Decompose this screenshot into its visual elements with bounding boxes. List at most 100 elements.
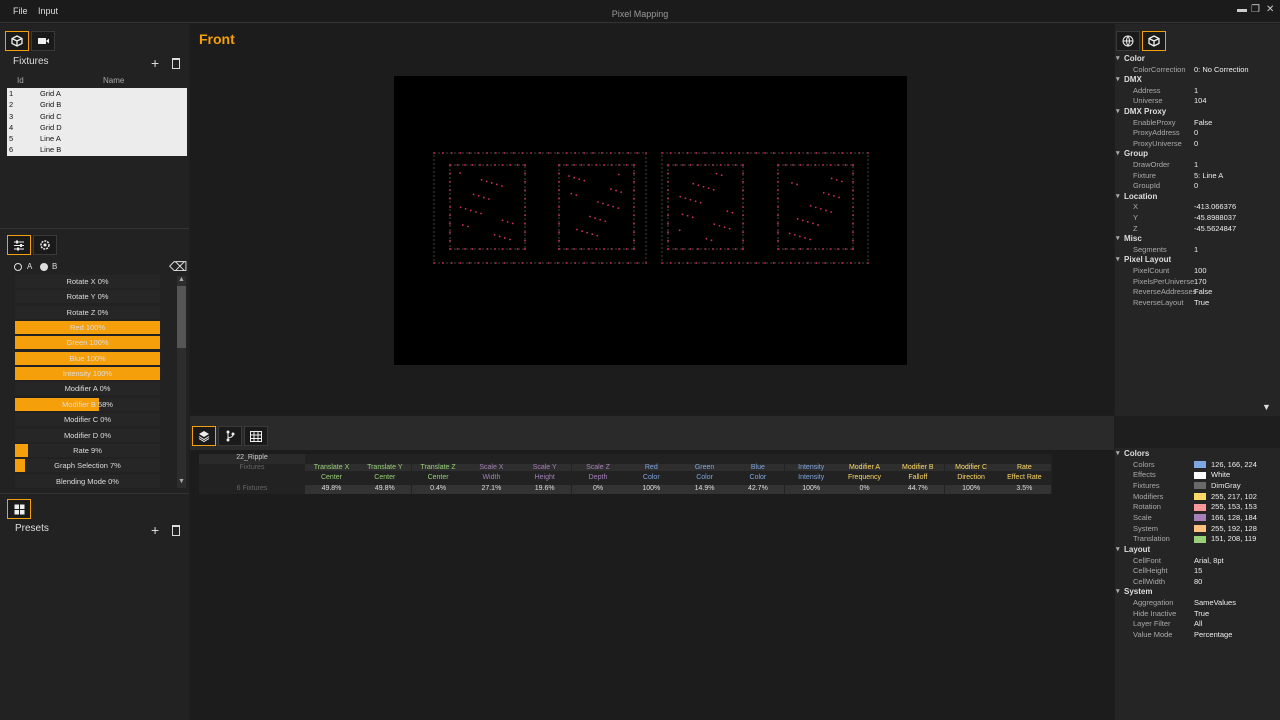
table-cell-v[interactable]: 100% xyxy=(784,485,838,494)
property-value[interactable]: All xyxy=(1194,619,1202,628)
close-icon[interactable]: ✕ xyxy=(1266,4,1274,15)
category-header[interactable]: Colors xyxy=(1116,449,1149,458)
category-header[interactable]: Misc xyxy=(1116,234,1142,243)
settings-tab-icon[interactable] xyxy=(33,235,57,255)
list-item[interactable]: 1 Grid A xyxy=(7,88,187,99)
col-name[interactable]: Name xyxy=(103,76,124,85)
property-value[interactable]: 255, 217, 102 xyxy=(1194,492,1257,501)
property-value[interactable]: Arial, 8pt xyxy=(1194,556,1224,565)
property-row[interactable]: Y -45.8988037 xyxy=(1117,213,1277,224)
property-value[interactable]: SameValues xyxy=(1194,598,1236,607)
property-value[interactable]: 100 xyxy=(1194,266,1207,275)
property-row[interactable]: Value Mode Percentage xyxy=(1117,630,1277,641)
property-value[interactable]: 80 xyxy=(1194,577,1202,586)
property-value[interactable]: 15 xyxy=(1194,566,1202,575)
property-row[interactable]: CellHeight 15 xyxy=(1117,566,1277,577)
slider-8[interactable]: Modifier B 58% xyxy=(15,397,160,411)
property-row[interactable]: Address 1 xyxy=(1117,86,1277,97)
effect-name[interactable]: 22_Ripple xyxy=(199,454,305,464)
property-row[interactable]: Universe 104 xyxy=(1117,96,1277,107)
property-value[interactable]: 126, 166, 224 xyxy=(1194,460,1257,469)
property-value[interactable]: 166, 128, 184 xyxy=(1194,513,1257,522)
slider-6[interactable]: Intensity 100% xyxy=(15,367,160,381)
category-header[interactable]: Pixel Layout xyxy=(1116,255,1171,264)
branch-tab-icon[interactable] xyxy=(218,426,242,446)
expand-arrow-icon[interactable]: ▼ xyxy=(1262,402,1271,412)
slider-2[interactable]: Rotate Z 0% xyxy=(15,305,160,319)
property-row[interactable]: System 255, 192, 128 xyxy=(1117,524,1277,535)
slider-12[interactable]: Graph Selection 7% xyxy=(15,459,160,473)
slider-11[interactable]: Rate 9% xyxy=(15,443,160,457)
table-cell-v[interactable]: 49.8% xyxy=(358,485,412,494)
table-cell-v[interactable]: 100% xyxy=(944,485,998,494)
property-value[interactable]: White xyxy=(1194,470,1230,479)
slider-3[interactable]: Red 100% xyxy=(15,321,160,335)
category-header[interactable]: Group xyxy=(1116,149,1148,158)
table-cell-v[interactable]: 0% xyxy=(838,485,891,494)
table-cell-v[interactable]: 3.5% xyxy=(997,485,1051,494)
property-value[interactable]: True xyxy=(1194,609,1209,618)
list-item[interactable]: 5 Line A xyxy=(7,133,187,144)
property-value[interactable]: True xyxy=(1194,298,1209,307)
grid-tab-icon[interactable] xyxy=(7,499,31,519)
property-row[interactable]: PixelsPerUniverse 170 xyxy=(1117,277,1277,288)
sliders-tab-icon[interactable] xyxy=(7,235,31,255)
category-header[interactable]: Layout xyxy=(1116,545,1150,554)
table-cell-v[interactable]: 27.1% xyxy=(464,485,518,494)
add-preset-button[interactable]: + xyxy=(151,523,159,537)
property-value[interactable]: Percentage xyxy=(1194,630,1232,639)
cube-tab-icon[interactable] xyxy=(5,31,29,51)
property-row[interactable]: Scale 166, 128, 184 xyxy=(1117,513,1277,524)
col-id[interactable]: Id xyxy=(17,76,24,85)
property-row[interactable]: EnableProxy False xyxy=(1117,118,1277,129)
property-row[interactable]: Z -45.5624847 xyxy=(1117,224,1277,235)
property-value[interactable]: False xyxy=(1194,287,1212,296)
layers-tab-icon[interactable] xyxy=(192,426,216,446)
delete-preset-icon[interactable] xyxy=(172,525,180,536)
slider-10[interactable]: Modifier D 0% xyxy=(15,428,160,442)
slider-1[interactable]: Rotate Y 0% xyxy=(15,290,160,304)
property-value[interactable]: 1 xyxy=(1194,160,1198,169)
render-canvas[interactable] xyxy=(394,76,907,365)
slider-4[interactable]: Green 100% xyxy=(15,336,160,350)
category-header[interactable]: DMX Proxy xyxy=(1116,107,1166,116)
property-row[interactable]: Segments 1 xyxy=(1117,245,1277,256)
property-row[interactable]: ReverseLayout True xyxy=(1117,298,1277,309)
table-cell-v[interactable]: 49.8% xyxy=(305,485,358,494)
property-value[interactable]: 5: Line A xyxy=(1194,171,1223,180)
property-row[interactable]: CellFont Arial, 8pt xyxy=(1117,556,1277,567)
property-row[interactable]: ProxyAddress 0 xyxy=(1117,128,1277,139)
property-row[interactable]: Translation 151, 208, 119 xyxy=(1117,534,1277,545)
category-header[interactable]: Color xyxy=(1116,54,1145,63)
table-cell-v[interactable]: 19.6% xyxy=(518,485,572,494)
property-value[interactable]: 255, 153, 153 xyxy=(1194,502,1257,511)
property-value[interactable]: 0 xyxy=(1194,128,1198,137)
property-value[interactable]: 151, 208, 119 xyxy=(1194,534,1256,543)
property-row[interactable]: X -413.066376 xyxy=(1117,202,1277,213)
table-cell-v[interactable]: 0% xyxy=(571,485,625,494)
slider-5[interactable]: Blue 100% xyxy=(15,351,160,365)
property-row[interactable]: Hide Inactive True xyxy=(1117,609,1277,620)
property-value[interactable]: 1 xyxy=(1194,245,1198,254)
property-row[interactable]: CellWidth 80 xyxy=(1117,577,1277,588)
property-row[interactable]: PixelCount 100 xyxy=(1117,266,1277,277)
delete-fixture-icon[interactable] xyxy=(172,58,180,69)
radio-b[interactable] xyxy=(40,263,48,271)
slider-9[interactable]: Modifier C 0% xyxy=(15,413,160,427)
property-value[interactable]: 0 xyxy=(1194,139,1198,148)
property-row[interactable]: ColorCorrection 0: No Correction xyxy=(1117,65,1277,76)
property-row[interactable]: Layer Filter All xyxy=(1117,619,1277,630)
property-row[interactable]: GroupId 0 xyxy=(1117,181,1277,192)
property-row[interactable]: Fixtures DimGray xyxy=(1117,481,1277,492)
camera-tab-icon[interactable] xyxy=(31,31,55,51)
property-value[interactable]: -45.5624847 xyxy=(1194,224,1236,233)
list-item[interactable]: 3 Grid C xyxy=(7,111,187,122)
add-fixture-button[interactable]: + xyxy=(151,56,159,70)
slider-13[interactable]: Blending Mode 0% xyxy=(15,474,160,488)
property-value[interactable]: -413.066376 xyxy=(1194,202,1236,211)
category-header[interactable]: Location xyxy=(1116,192,1157,201)
list-item[interactable]: 6 Line B xyxy=(7,144,187,155)
property-row[interactable]: ProxyUniverse 0 xyxy=(1117,139,1277,150)
property-value[interactable]: 1 xyxy=(1194,86,1198,95)
property-value[interactable]: 0 xyxy=(1194,181,1198,190)
